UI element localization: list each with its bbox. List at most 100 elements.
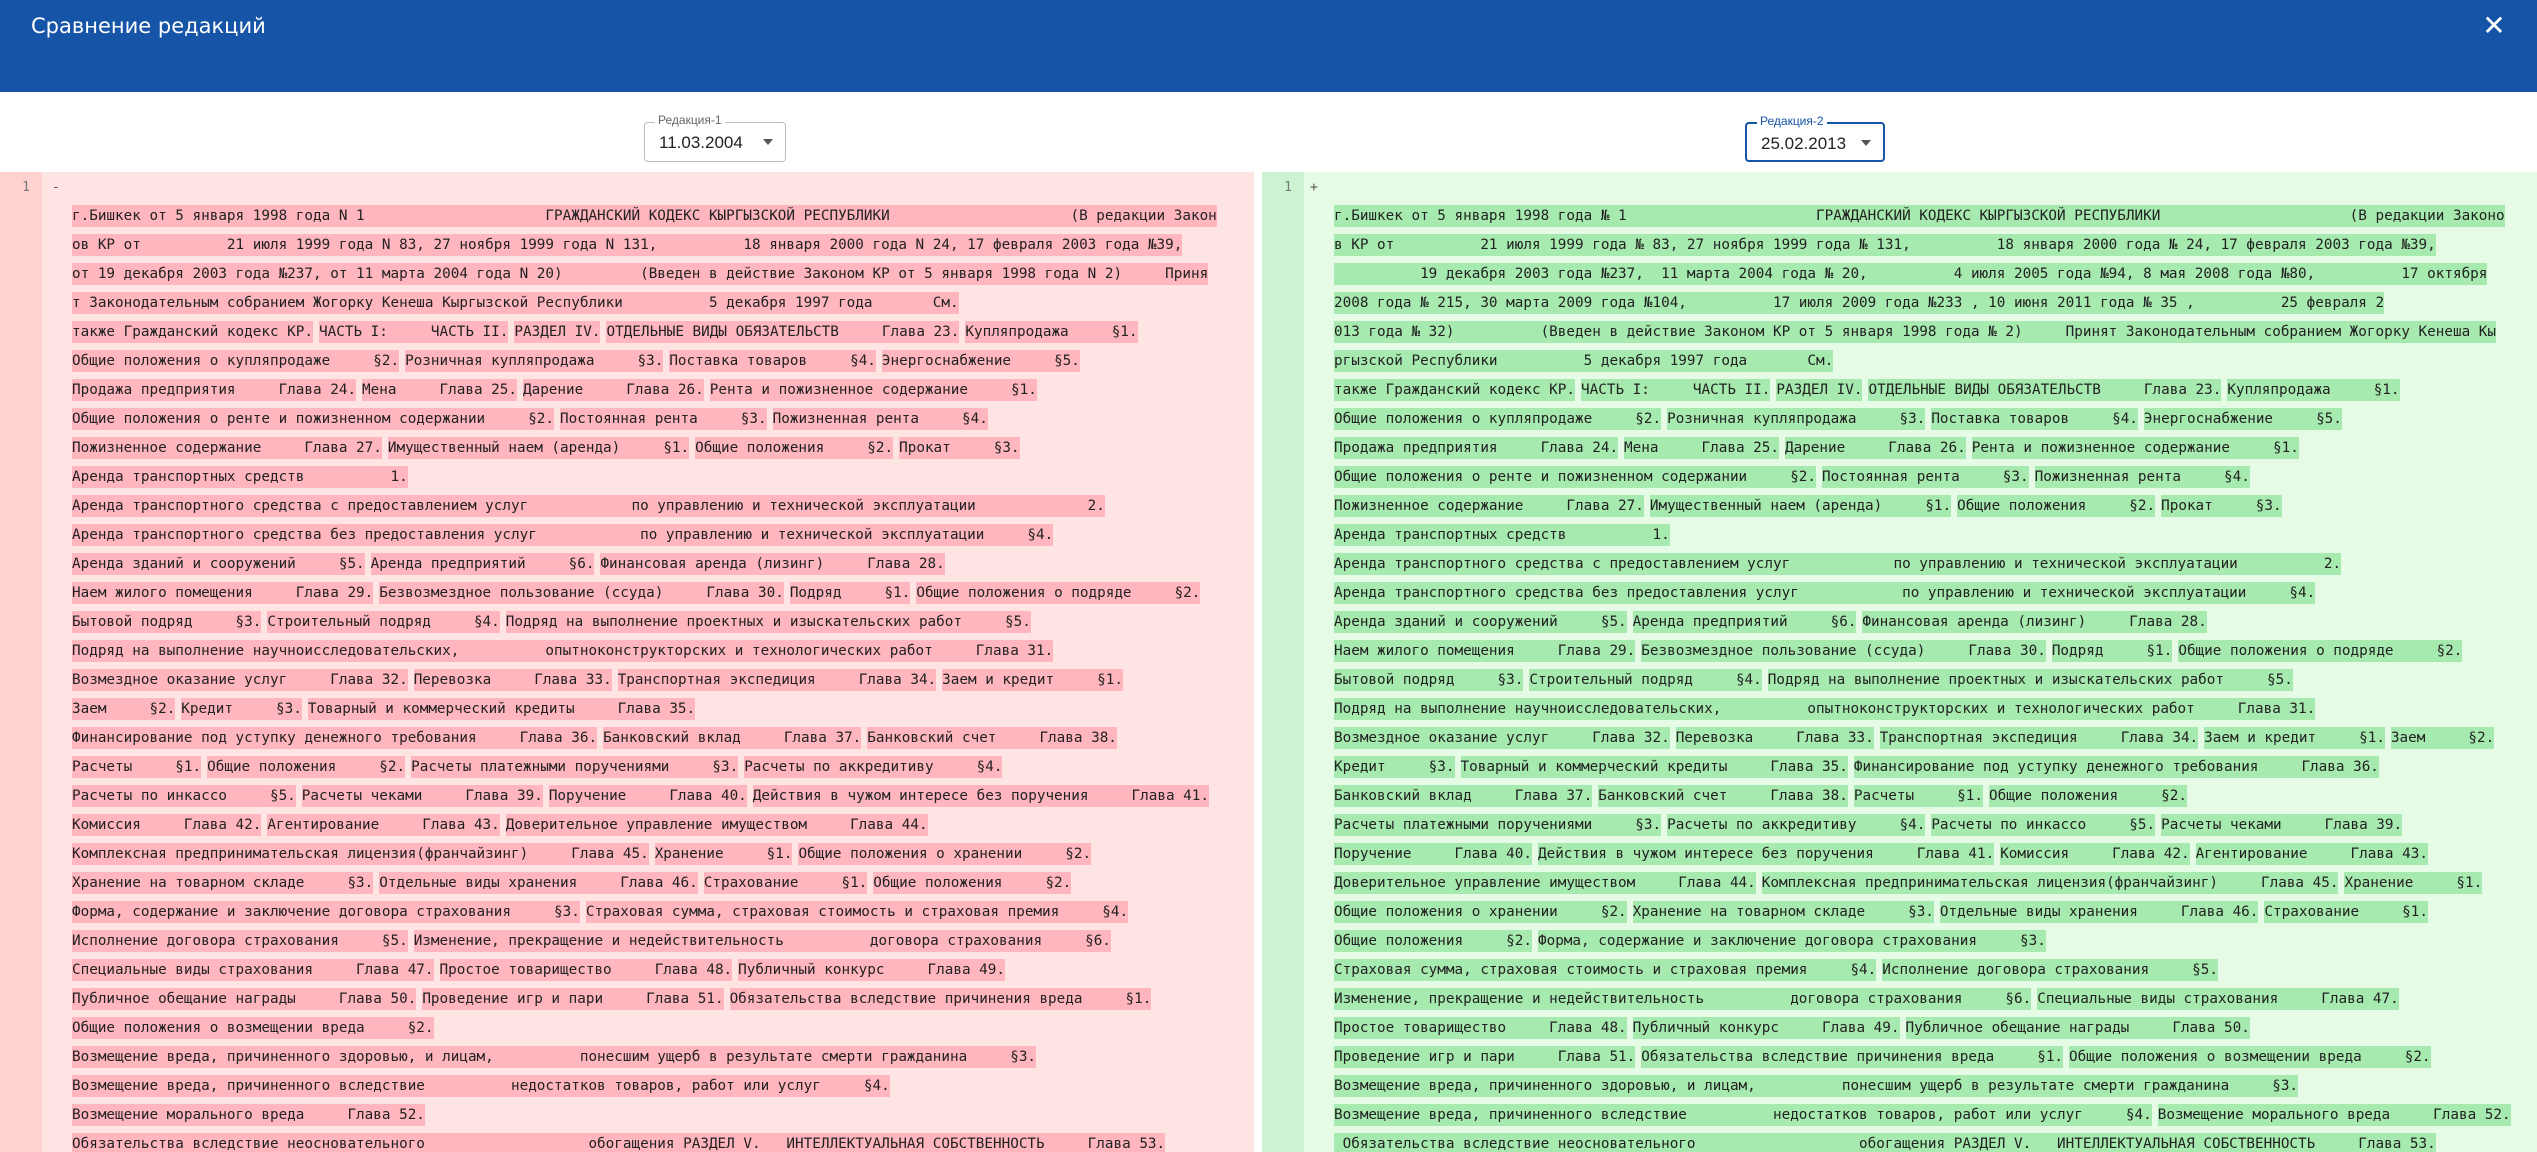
diff-segment: Товарный и коммерческий кредиты Глава 35… bbox=[1460, 756, 1848, 778]
diff-segment: Продажа предприятия Глава 24. bbox=[72, 379, 357, 401]
diff-line: Аренда транспортного средства без предос… bbox=[72, 521, 1252, 550]
diff-segment: РАЗДЕЛ IV. bbox=[514, 321, 601, 343]
dialog-header: Сравнение редакций ✕ bbox=[0, 0, 2537, 92]
diff-segment: Поставка товаров §4. bbox=[1931, 408, 2138, 430]
diff-segment: Аренда транспортного средства с предоста… bbox=[1334, 553, 2342, 575]
diff-segment: Финансирование под уступку денежного тре… bbox=[1853, 756, 2379, 778]
diff-segment: также Гражданский кодекс КР. bbox=[72, 321, 314, 343]
diff-line: Общие положения о купляпродаже §2. Рознич… bbox=[72, 347, 1252, 376]
diff-segment: Общие положения §2. bbox=[1957, 495, 2156, 517]
diff-segment: Дарение Глава 26. bbox=[522, 379, 704, 401]
new-revision-pane: 1 + г.Бишкек от 5 января 1998 года № 1 Г… bbox=[1262, 172, 2537, 1152]
diff-line: Аренда транспортного средства без предос… bbox=[1334, 579, 2534, 608]
diff-segment: Отдельные виды хранения Глава 46. bbox=[379, 872, 698, 894]
diff-segment: Изменение, прекращение и недействительно… bbox=[413, 930, 1111, 952]
diff-segment: Аренда транспортного средства без предос… bbox=[72, 524, 1054, 546]
diff-line: Возмещение вреда, причиненного вследстви… bbox=[1334, 1101, 2534, 1130]
diff-segment: Имущественный наем (аренда) §1. bbox=[1649, 495, 1952, 517]
diff-line: от 19 декабря 2003 года №237, от 11 март… bbox=[72, 260, 1252, 289]
diff-line: Кредит §3. Товарный и коммерческий кредит… bbox=[1334, 753, 2534, 782]
diff-line: Пожизненное содержание Глава 27. Имуществ… bbox=[72, 434, 1252, 463]
diff-segment: Возмещение морального вреда Глава 52. bbox=[72, 1104, 425, 1126]
diff-segment: Банковский вклад Глава 37. bbox=[1334, 785, 1593, 807]
diff-segment: Купляпродажа §1. bbox=[2227, 379, 2400, 401]
diff-segment: Хранение §1. bbox=[654, 843, 793, 865]
diff-segment: от 19 декабря 2003 года №237, от 11 март… bbox=[72, 263, 1209, 285]
diff-segment: Поручение Глава 40. bbox=[548, 785, 747, 807]
diff-segment: Общие положения о хранении §2. bbox=[798, 843, 1092, 865]
diff-line: Подряд на выполнение научноисследователь… bbox=[1334, 695, 2534, 724]
diff-segment: ргызской Республики 5 декабря 1997 года … bbox=[1334, 350, 1834, 372]
diff-segment: Аренда транспортного средства с предоста… bbox=[72, 495, 1105, 517]
diff-segment: Простое товарищество Глава 48. bbox=[1334, 1017, 1627, 1039]
diff-line: Финансирование под уступку денежного тре… bbox=[72, 724, 1252, 753]
diff-segment: Заем и кредит §1. bbox=[2204, 727, 2385, 749]
diff-line: Продажа предприятия Глава 24. Мена Глава … bbox=[72, 376, 1252, 405]
diff-segment: 2008 года № 215, 30 марта 2009 года №104… bbox=[1334, 292, 2385, 314]
diff-segment: Общие положения о купляпродаже §2. bbox=[1334, 408, 1662, 430]
line-gutter: 1 bbox=[0, 172, 42, 1152]
diff-segment: Имущественный наем (аренда) §1. bbox=[387, 437, 690, 459]
diff-segment: Аренда предприятий §6. bbox=[370, 553, 595, 575]
diff-line: 2008 года № 215, 30 марта 2009 года №104… bbox=[1334, 289, 2534, 318]
diff-segment: Общие положения §2. bbox=[1334, 930, 1532, 952]
diff-segment: г.Бишкек от 5 января 1998 года № 1 ГРАЖД… bbox=[1334, 205, 2505, 227]
revision-2-select[interactable]: Редакция-2 25.02.2013 bbox=[1745, 114, 1885, 162]
diff-segment: Расчеты по инкассо §5. bbox=[72, 785, 296, 807]
diff-segment: Агентирование Глава 43. bbox=[2195, 843, 2428, 865]
diff-line: Обязательства вследствие неосновательног… bbox=[72, 1130, 1252, 1152]
diff-segment: ОТДЕЛЬНЫЕ ВИДЫ ОБЯЗАТЕЛЬСТВ Глава 23. bbox=[606, 321, 960, 343]
revision-2-label: Редакция-2 bbox=[1757, 114, 1827, 128]
diff-segment: Энергоснабжение §5. bbox=[881, 350, 1080, 372]
diff-line: Возмещение вреда, причиненного здоровью,… bbox=[1334, 1072, 2534, 1101]
revision-2-value: 25.02.2013 bbox=[1761, 134, 1847, 153]
diff-segment: Публичное обещание награды Глава 50. bbox=[72, 988, 417, 1010]
diff-line: Доверительное управление имуществом Глав… bbox=[1334, 869, 2534, 898]
chevron-down-icon bbox=[763, 139, 773, 145]
diff-segment: Подряд на выполнение проектных и изыскат… bbox=[1767, 669, 2293, 691]
diff-segment: Постоянная рента §3. bbox=[1822, 466, 2029, 488]
diff-segment: Аренда транспортных средств 1. bbox=[72, 466, 408, 488]
diff-segment: Возмездное оказание услуг Глава 32. bbox=[1334, 727, 1670, 749]
revision-1-value: 11.03.2004 bbox=[659, 133, 743, 152]
diff-segment: Общие положения §2. bbox=[695, 437, 894, 459]
diff-line: т Законодательным собранием Жогорку Кене… bbox=[72, 289, 1252, 318]
close-icon[interactable]: ✕ bbox=[2476, 10, 2512, 42]
diff-line: Подряд на выполнение научноисследователь… bbox=[72, 637, 1252, 666]
diff-segment: Хранение на товарном складе §3. bbox=[72, 872, 374, 894]
diff-segment: Возмещение морального вреда Глава 52. bbox=[2157, 1104, 2511, 1126]
diff-segment: Общие положения о подряде §2. bbox=[916, 582, 1201, 604]
revision-1-label: Редакция-1 bbox=[655, 113, 725, 127]
diff-line: Заем §2. Кредит §3. Товарный и коммерчески… bbox=[72, 695, 1252, 724]
diff-segment: 013 года № 32) (Введен в действие Законо… bbox=[1334, 321, 2497, 343]
diff-segment: Пожизненное содержание Глава 27. bbox=[1334, 495, 1644, 517]
diff-segment: ЧАСТЬ I: ЧАСТЬ II. bbox=[319, 321, 509, 343]
diff-segment: Товарный и коммерческий кредиты Глава 35… bbox=[307, 698, 696, 720]
diff-segment: Пожизненное содержание Глава 27. bbox=[72, 437, 382, 459]
diff-line: Общие положения о возмещении вреда §2. bbox=[72, 1014, 1252, 1043]
diff-line: Аренда транспортного средства с предоста… bbox=[1334, 550, 2534, 579]
diff-line: Общие положения о ренте и пожизненном со… bbox=[1334, 463, 2534, 492]
diff-segment: Общие положения §2. bbox=[873, 872, 1072, 894]
diff-segment: Общие положения о купляпродаже §2. bbox=[72, 350, 400, 372]
diff-segment: Аренда транспортного средства без предос… bbox=[1334, 582, 2316, 604]
diff-segment: Комплексная предпринимательская лицензия… bbox=[1761, 872, 2339, 894]
diff-line: Общие положения о ренте и пожизненном со… bbox=[72, 405, 1252, 434]
diff-segment: Постоянная рента §3. bbox=[560, 408, 767, 430]
diff-segment: Пожизненная рента §4. bbox=[2034, 466, 2250, 488]
revision-1-select[interactable]: Редакция-1 11.03.2004 bbox=[644, 113, 786, 162]
diff-segment: Изменение, прекращение и недействительно… bbox=[1334, 988, 2032, 1010]
diff-segment: Возмещение вреда, причиненного вследстви… bbox=[72, 1075, 890, 1097]
diff-segment: Розничная купляпродажа §3. bbox=[1667, 408, 1926, 430]
diff-segment: Финансирование под уступку денежного тре… bbox=[72, 727, 598, 749]
diff-segment: Расчеты по аккредитиву §4. bbox=[744, 756, 1003, 778]
diff-segment: Страхование §1. bbox=[703, 872, 868, 894]
diff-line: Исполнение договора страхования §5. Измен… bbox=[72, 927, 1252, 956]
diff-segment: Возмещение вреда, причиненного вследстви… bbox=[1334, 1104, 2152, 1126]
diff-line: Аренда транспортных средств 1. bbox=[72, 463, 1252, 492]
diff-segment: Аренда транспортных средств 1. bbox=[1334, 524, 1670, 546]
diff-segment: Отдельные виды хранения Глава 46. bbox=[1939, 901, 2259, 923]
diff-segment: Кредит §3. bbox=[181, 698, 302, 720]
diff-segment: РАЗДЕЛ IV. bbox=[1776, 379, 1863, 401]
diff-line: Аренда зданий и сооружений §5. Аренда пре… bbox=[72, 550, 1252, 579]
